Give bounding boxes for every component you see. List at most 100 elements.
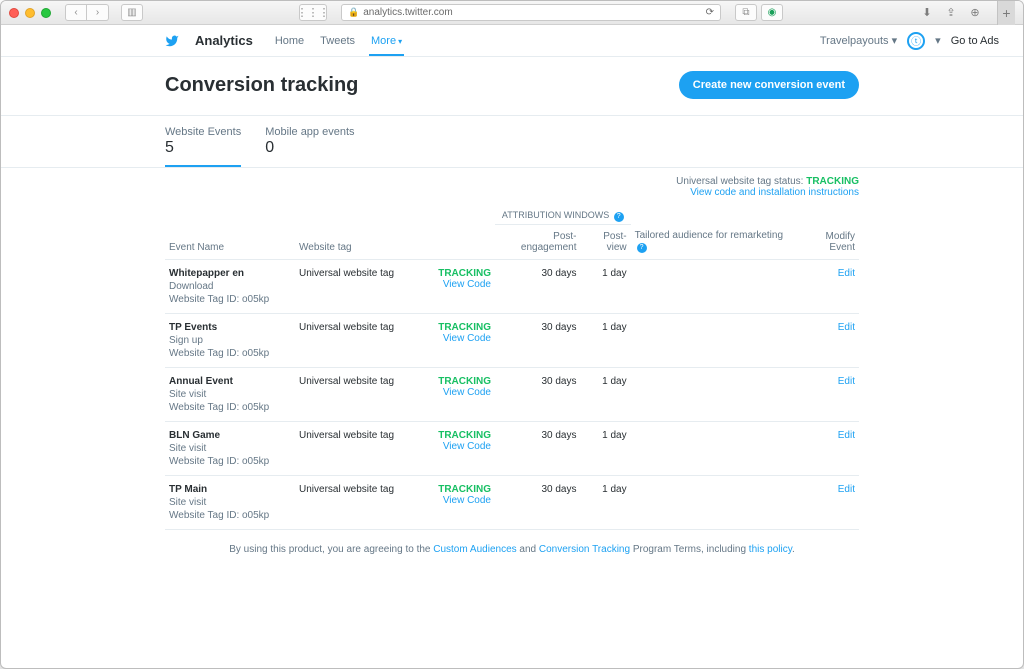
chevron-down-icon: ▾ [398, 37, 402, 46]
share-icon[interactable]: ⇪ [941, 6, 961, 19]
page-title: Conversion tracking [165, 74, 358, 97]
events-table-body: Whitepapper enDownloadWebsite Tag ID: o0… [165, 260, 859, 530]
page-heading-row: Conversion tracking Create new conversio… [1, 57, 1023, 116]
table-row: TP EventsSign upWebsite Tag ID: o05kpUni… [165, 314, 859, 368]
main-nav: HomeTweetsMore▾ [273, 35, 404, 47]
table-row: TP Main Site visit Website Tag ID: o05kp Un… [165, 476, 859, 530]
events-table-wrap: Event Name Website tag ATTRIBUTION WINDO… [1, 198, 1023, 530]
uwt-status-value: TRACKING [806, 176, 859, 187]
minimize-window-button[interactable] [25, 8, 35, 18]
event-tag: Universal website tag [295, 422, 425, 476]
sidebar-toggle-button[interactable]: ▥ [121, 4, 143, 21]
edit-link[interactable]: Edit [838, 430, 855, 441]
url-bar[interactable]: 🔒 analytics.twitter.com ⟳ [341, 4, 721, 21]
table-row: BLN GameSite visitWebsite Tag ID: o05kpU… [165, 422, 859, 476]
nav-more[interactable]: More▾ [369, 35, 404, 56]
edit-link[interactable]: Edit [838, 484, 855, 495]
post-engagement-value: 30 days [495, 422, 581, 476]
apps-grid-button[interactable]: ⋮⋮⋮ [299, 4, 327, 21]
view-code-link[interactable]: View Code [443, 333, 491, 344]
browser-nav-arrows: ‹ › [65, 4, 109, 21]
edit-link[interactable]: Edit [838, 376, 855, 387]
post-engagement-value: 30 days [495, 260, 581, 314]
lock-icon: 🔒 [348, 7, 359, 18]
app-header: Analytics Home Tweets More▾ Travelpayouts … [1, 25, 1023, 57]
download-icon[interactable]: ⬇ [917, 6, 937, 19]
create-conversion-event-button[interactable]: Create new conversion event [679, 71, 859, 99]
help-icon[interactable]: ? [637, 243, 647, 253]
stat-tab-mobile-app-events[interactable]: Mobile app events0 [265, 126, 354, 167]
uwt-status-block: Universal website tag status: TRACKING V… [1, 168, 1023, 198]
nav-home[interactable]: Home [273, 35, 306, 47]
event-name: BLN Game [169, 430, 291, 441]
custom-audiences-link[interactable]: Custom Audiences [433, 544, 516, 555]
col-attribution-windows: ATTRIBUTION WINDOWS ? [495, 204, 631, 225]
maximize-window-button[interactable] [41, 8, 51, 18]
view-code-link[interactable]: View Code [443, 279, 491, 290]
event-tag-id: Website Tag ID: o05kp [169, 348, 291, 359]
event-name: TP Events [169, 322, 291, 333]
new-tab-button[interactable]: + [997, 1, 1015, 25]
event-tag-id: Website Tag ID: o05kp [169, 402, 291, 413]
chevron-down-icon: ▾ [892, 35, 898, 47]
event-status: TRACKING [429, 268, 491, 279]
window-controls [9, 8, 51, 18]
post-view-value: 1 day [581, 368, 631, 422]
table-row: Whitepapper enDownloadWebsite Tag ID: o0… [165, 260, 859, 314]
reload-icon[interactable]: ⟳ [706, 7, 714, 18]
post-view-value: 1 day [581, 260, 631, 314]
event-name: TP Main [169, 484, 291, 495]
nav-tweets[interactable]: Tweets [318, 35, 357, 47]
terms-footer: By using this product, you are agreeing … [1, 530, 1023, 569]
event-type: Site visit [169, 497, 291, 508]
event-tag-id: Website Tag ID: o05kp [169, 294, 291, 305]
event-name: Annual Event [169, 376, 291, 387]
view-code-link[interactable]: View Code [443, 495, 491, 506]
stat-tab-website-events[interactable]: Website Events5 [165, 126, 241, 167]
conversion-tracking-link[interactable]: Conversion Tracking [539, 544, 630, 555]
event-status: TRACKING [429, 322, 491, 333]
profile-ring-icon[interactable]: ⓣ [907, 32, 925, 50]
app-brand[interactable]: Analytics [195, 33, 253, 48]
close-window-button[interactable] [9, 8, 19, 18]
post-engagement-value: 30 days [495, 476, 581, 530]
edit-link[interactable]: Edit [838, 268, 855, 279]
event-status: TRACKING [429, 376, 491, 387]
help-icon[interactable]: ? [614, 212, 624, 222]
toolbar-extension-icon[interactable]: ◉ [761, 4, 783, 21]
twitter-logo-icon[interactable] [165, 34, 179, 48]
event-name: Whitepapper en [169, 268, 291, 279]
view-code-link[interactable]: View Code [443, 441, 491, 452]
browser-titlebar: ‹ › ▥ ⋮⋮⋮ 🔒 analytics.twitter.com ⟳ ⧉ ◉ … [1, 1, 1023, 25]
event-tag-id: Website Tag ID: o05kp [169, 510, 291, 521]
stat-tabs: Website Events5 Mobile app events0 [1, 116, 1023, 168]
post-view-value: 1 day [581, 314, 631, 368]
col-modify: Modify Event [795, 204, 859, 260]
go-to-ads-link[interactable]: Go to Ads [951, 35, 999, 47]
account-menu-caret[interactable]: ▾ [935, 34, 941, 47]
event-tag: Universal website tag [295, 368, 425, 422]
toolbar-save-icon[interactable]: ⧉ [735, 4, 757, 21]
view-code-link[interactable]: View Code [443, 387, 491, 398]
event-tag: Universal website tag [295, 476, 425, 530]
policy-link[interactable]: this policy [749, 544, 792, 555]
uwt-instructions-link[interactable]: View code and installation instructions [690, 187, 859, 198]
col-post-view: Post-view [581, 225, 631, 260]
browser-forward-button[interactable]: › [87, 4, 109, 21]
tabs-icon[interactable]: ⊕ [965, 6, 985, 19]
browser-window: ‹ › ▥ ⋮⋮⋮ 🔒 analytics.twitter.com ⟳ ⧉ ◉ … [0, 0, 1024, 669]
post-engagement-value: 30 days [495, 314, 581, 368]
table-row: Annual EventSite visitWebsite Tag ID: o0… [165, 368, 859, 422]
events-table: Event Name Website tag ATTRIBUTION WINDO… [165, 204, 859, 530]
event-type: Sign up [169, 335, 291, 346]
col-website-tag: Website tag [295, 204, 425, 260]
account-switcher[interactable]: Travelpayouts ▾ [820, 34, 897, 47]
browser-back-button[interactable]: ‹ [65, 4, 87, 21]
event-tag-id: Website Tag ID: o05kp [169, 456, 291, 467]
browser-right-icons: ⧉ ◉ ⬇ ⇪ ⊕ [735, 4, 985, 21]
url-text: analytics.twitter.com [363, 7, 452, 18]
post-view-value: 1 day [581, 422, 631, 476]
event-status: TRACKING [429, 430, 491, 441]
col-tailored: Tailored audience for remarketing ? [631, 204, 795, 260]
edit-link[interactable]: Edit [838, 322, 855, 333]
